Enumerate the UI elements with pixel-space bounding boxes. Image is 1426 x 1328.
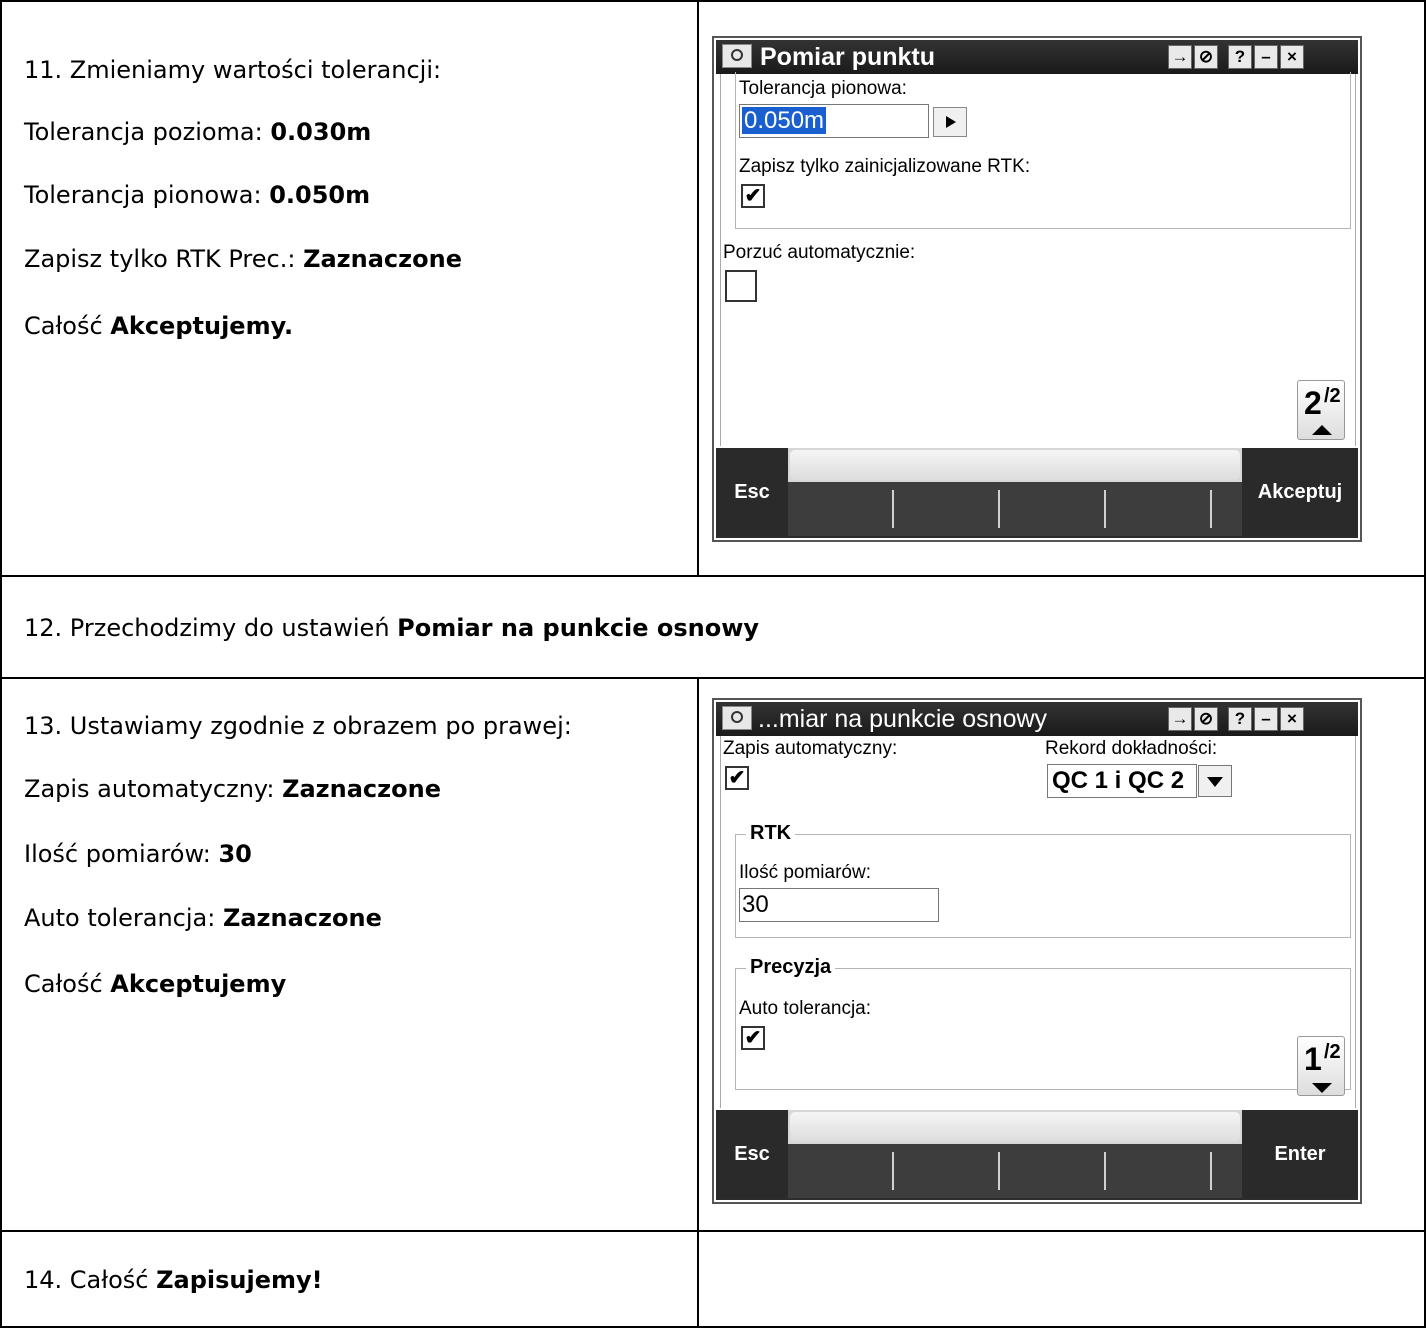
step-13-line-auto-tolerance: Auto tolerancja: Zaznaczone <box>24 904 382 932</box>
dropdown-arrow-icon[interactable] <box>1198 765 1232 797</box>
pomiar-osnowy-window: ...miar na punkcie osnowy → ⊘ ? – × Zapi… <box>712 698 1362 1204</box>
title-bar: Pomiar punktu → ⊘ ? – × <box>716 40 1358 74</box>
esc-button[interactable]: Esc <box>716 1110 788 1198</box>
rtk-only-label: Zapisz tylko zainicjalizowane RTK: <box>739 156 1031 177</box>
step-11-line-horizontal: Tolerancja pozioma: 0.030m <box>24 118 372 146</box>
esc-button[interactable]: Esc <box>716 448 788 536</box>
table-border-top <box>0 0 1426 2</box>
window-title: ...miar na punkcie osnowy <box>758 705 1048 733</box>
help-icon[interactable]: ? <box>1228 45 1252 69</box>
softkey-middle <box>788 448 1242 536</box>
form-content: Zapis automatyczny: ✔ Rekord dokładności… <box>720 736 1356 1108</box>
table-border-left <box>0 0 2 1328</box>
softkey-divider <box>892 490 894 528</box>
softkey-divider <box>892 1152 894 1190</box>
auto-tolerance-label: Auto tolerancja: <box>739 998 872 1019</box>
page-indicator[interactable]: 1 /2 <box>1297 1036 1345 1096</box>
pomiar-punktu-window: Pomiar punktu → ⊘ ? – × Tolerancja piono… <box>712 36 1362 542</box>
status-field <box>790 450 1240 480</box>
auto-abandon-checkbox[interactable] <box>725 270 757 302</box>
precision-group: Precyzja <box>735 956 1351 1090</box>
app-icon[interactable] <box>722 706 752 730</box>
rtk-only-checkbox[interactable]: ✔ <box>741 184 765 208</box>
step-11-line-rtk: Zapisz tylko RTK Prec.: Zaznaczone <box>24 245 462 273</box>
page-up-icon <box>1312 425 1332 435</box>
step-11-heading: 11. Zmieniamy wartości tolerancji: <box>24 56 442 84</box>
close-icon[interactable]: × <box>1280 707 1304 731</box>
vertical-tolerance-label: Tolerancja pionowa: <box>739 78 907 99</box>
accept-button[interactable]: Akceptuj <box>1242 448 1358 536</box>
title-bar: ...miar na punkcie osnowy → ⊘ ? – × <box>716 702 1358 736</box>
page-indicator[interactable]: 2 /2 <box>1297 380 1345 440</box>
block-icon[interactable]: ⊘ <box>1194 707 1218 731</box>
softkey-divider <box>1210 490 1212 528</box>
softkey-bar: Esc Enter <box>716 1110 1358 1200</box>
table-border-row-11 <box>0 575 1426 577</box>
enter-button[interactable]: Enter <box>1242 1110 1358 1198</box>
step-13-line-count: Ilość pomiarów: 30 <box>24 840 252 868</box>
step-13-heading: 13. Ustawiamy zgodnie z obrazem po prawe… <box>24 712 572 740</box>
column-divider-row-11 <box>697 0 699 577</box>
help-icon[interactable]: ? <box>1228 707 1252 731</box>
page-down-icon <box>1312 1083 1332 1093</box>
step-13-line-auto-store: Zapis automatyczny: Zaznaczone <box>24 775 441 803</box>
table-border-row-13 <box>0 1230 1426 1232</box>
softkey-divider <box>998 490 1000 528</box>
minimize-icon[interactable]: – <box>1254 45 1278 69</box>
auto-abandon-label: Porzuć automatycznie: <box>723 242 916 263</box>
softkey-middle <box>788 1110 1242 1198</box>
measurement-count-label: Ilość pomiarów: <box>739 862 871 883</box>
window-title: Pomiar punktu <box>760 43 936 71</box>
precision-group-title: Precyzja <box>746 956 836 979</box>
minimize-icon[interactable]: – <box>1254 707 1278 731</box>
close-icon[interactable]: × <box>1280 45 1304 69</box>
softkey-divider <box>1104 490 1106 528</box>
status-field <box>790 1112 1240 1142</box>
right-arrow-icon[interactable] <box>933 107 967 137</box>
block-icon[interactable]: ⊘ <box>1194 45 1218 69</box>
auto-store-checkbox[interactable]: ✔ <box>725 766 749 790</box>
quality-record-label: Rekord dokładności: <box>1045 738 1218 759</box>
column-divider-row-13-14 <box>697 677 699 1328</box>
softkey-divider <box>1210 1152 1212 1190</box>
quality-record-select[interactable]: QC 1 i QC 2 <box>1047 764 1232 798</box>
rtk-group-title: RTK <box>746 822 796 845</box>
step-11-line-accept: Całość Akceptujemy. <box>24 312 294 340</box>
form-content: Tolerancja pionowa: 0.050m Zapisz tylko … <box>720 72 1356 446</box>
measurement-count-input[interactable]: 30 <box>739 888 939 922</box>
step-12-text: 12. Przechodzimy do ustawień Pomiar na p… <box>24 614 760 642</box>
vertical-tolerance-input[interactable]: 0.050m <box>739 104 929 138</box>
softkey-bar: Esc Akceptuj <box>716 448 1358 538</box>
step-14-text: 14. Całość Zapisujemy! <box>24 1266 323 1294</box>
app-icon[interactable] <box>722 44 752 68</box>
softkey-divider <box>1104 1152 1106 1190</box>
rtk-group: RTK <box>735 822 1351 938</box>
step-11-line-vertical: Tolerancja pionowa: 0.050m <box>24 181 371 209</box>
login-icon[interactable]: → <box>1168 707 1192 731</box>
auto-tolerance-checkbox[interactable]: ✔ <box>741 1026 765 1050</box>
instruction-table: 11. Zmieniamy wartości tolerancji: Toler… <box>0 0 1426 1328</box>
step-13-line-accept: Całość Akceptujemy <box>24 970 287 998</box>
auto-store-label: Zapis automatyczny: <box>723 738 898 759</box>
login-icon[interactable]: → <box>1168 45 1192 69</box>
table-border-row-12 <box>0 677 1426 679</box>
softkey-divider <box>998 1152 1000 1190</box>
